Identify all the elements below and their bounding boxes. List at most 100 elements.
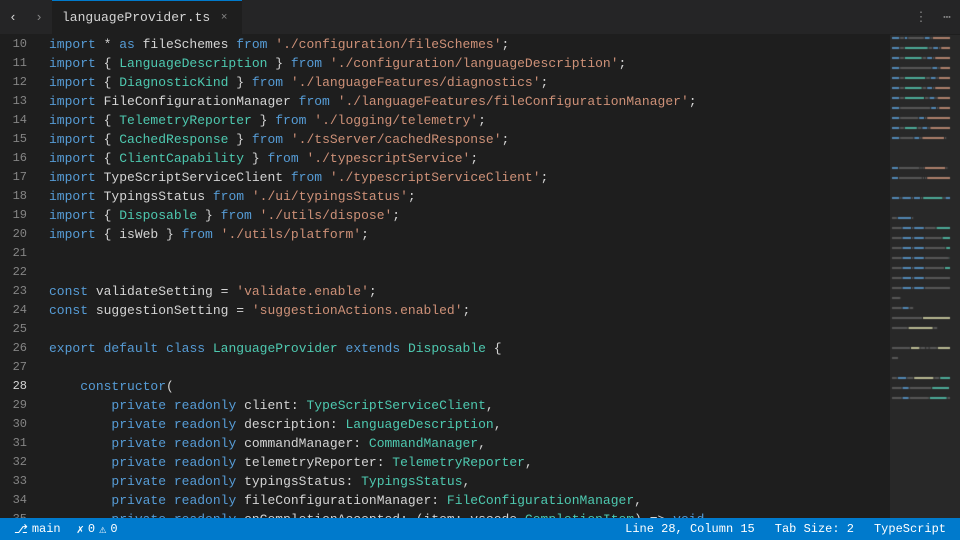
token: './utils/platform' <box>221 225 361 244</box>
token: from <box>221 206 252 225</box>
token <box>49 377 80 396</box>
code-editor[interactable]: import * as fileSchemes from './configur… <box>45 35 890 518</box>
token: } <box>267 54 290 73</box>
token: constructor <box>80 377 166 396</box>
code-line: private readonly telemetryReporter: Tele… <box>49 453 890 472</box>
code-line: private readonly client: TypeScriptServi… <box>49 396 890 415</box>
token: } <box>228 130 251 149</box>
warning-count: 0 <box>110 522 117 536</box>
token: ; <box>689 92 697 111</box>
cursor-position-label: Line 28, Column 15 <box>625 522 755 536</box>
token: './ui/typingsStatus' <box>252 187 408 206</box>
code-line: import { ClientCapability } from './type… <box>49 149 890 168</box>
token <box>158 339 166 358</box>
token <box>244 187 252 206</box>
token: from <box>299 92 330 111</box>
nav-forward-button[interactable]: › <box>26 0 52 35</box>
token: readonly <box>174 434 236 453</box>
language-mode-item[interactable]: TypeScript <box>870 518 950 540</box>
token: , <box>704 510 712 518</box>
token: class <box>166 339 205 358</box>
split-editor-button[interactable]: ⋮ <box>908 0 934 35</box>
token: client: <box>236 396 306 415</box>
token: { <box>486 339 502 358</box>
token: from <box>213 187 244 206</box>
tab-size-item[interactable]: Tab Size: 2 <box>771 518 858 540</box>
token: { <box>96 130 119 149</box>
token: import <box>49 130 96 149</box>
token: const <box>49 301 88 320</box>
token: , <box>494 415 502 434</box>
token: private <box>111 453 166 472</box>
tab-label: languageProvider.ts <box>62 10 210 25</box>
token: import <box>49 149 96 168</box>
errors-item[interactable]: ✗ 0 ⚠ 0 <box>73 518 122 540</box>
token: typingsStatus: <box>236 472 361 491</box>
code-line <box>49 244 890 263</box>
token: ClientCapability <box>119 149 244 168</box>
token <box>283 130 291 149</box>
line-number: 15 <box>0 130 35 149</box>
token <box>299 149 307 168</box>
token: extends <box>346 339 401 358</box>
line-number: 23 <box>0 282 35 301</box>
token: import <box>49 206 96 225</box>
token: ; <box>408 187 416 206</box>
token: ; <box>463 301 471 320</box>
token: readonly <box>174 472 236 491</box>
tab-size-label: Tab Size: 2 <box>775 522 854 536</box>
token: LanguageProvider <box>213 339 338 358</box>
code-line: import { TelemetryReporter } from './log… <box>49 111 890 130</box>
token <box>49 434 111 453</box>
line-number: 11 <box>0 54 35 73</box>
token: readonly <box>174 396 236 415</box>
token: import <box>49 92 96 111</box>
more-actions-button[interactable]: ⋯ <box>934 0 960 35</box>
warning-icon: ⚠ <box>99 522 106 537</box>
token <box>665 510 673 518</box>
token <box>213 225 221 244</box>
code-line: import TypeScriptServiceClient from './t… <box>49 168 890 187</box>
token: './configuration/languageDescription' <box>330 54 619 73</box>
status-bar: ⎇ main ✗ 0 ⚠ 0 Line 28, Column 15 Tab Si… <box>0 518 960 540</box>
nav-back-button[interactable]: ‹ <box>0 0 26 35</box>
minimap[interactable] <box>890 35 960 518</box>
git-branch-item[interactable]: ⎇ main <box>10 518 65 540</box>
line-number: 18 <box>0 187 35 206</box>
token: TelemetryReporter <box>392 453 525 472</box>
token: default <box>104 339 159 358</box>
token <box>330 92 338 111</box>
error-icon: ✗ <box>77 522 84 537</box>
line-number: 16 <box>0 149 35 168</box>
token <box>49 415 111 434</box>
code-line: import FileConfigurationManager from './… <box>49 92 890 111</box>
token: FileConfigurationManager <box>447 491 634 510</box>
token: './utils/dispose' <box>260 206 393 225</box>
active-tab[interactable]: languageProvider.ts × <box>52 0 242 35</box>
token: { isWeb } <box>96 225 182 244</box>
token: ( <box>166 377 174 396</box>
tab-close-button[interactable]: × <box>216 10 232 26</box>
token <box>166 472 174 491</box>
token: , <box>486 396 494 415</box>
token: ; <box>392 206 400 225</box>
code-line: private readonly fileConfigurationManage… <box>49 491 890 510</box>
token: ; <box>619 54 627 73</box>
code-line: import { Disposable } from './utils/disp… <box>49 206 890 225</box>
token: { <box>96 54 119 73</box>
code-line <box>49 358 890 377</box>
code-line: const validateSetting = 'validate.enable… <box>49 282 890 301</box>
token: } <box>252 111 275 130</box>
token: { <box>96 206 119 225</box>
line-number: 27 <box>0 358 35 377</box>
cursor-position-item[interactable]: Line 28, Column 15 <box>621 518 759 540</box>
token <box>338 339 346 358</box>
token: 'suggestionActions.enabled' <box>252 301 463 320</box>
token: , <box>634 491 642 510</box>
token <box>166 396 174 415</box>
line-number: 10 <box>0 35 35 54</box>
token: => <box>650 510 666 518</box>
line-numbers-gutter: 1011121314151617181920212223242526272829… <box>0 35 45 518</box>
token: ; <box>541 168 549 187</box>
line-number: 31 <box>0 434 35 453</box>
